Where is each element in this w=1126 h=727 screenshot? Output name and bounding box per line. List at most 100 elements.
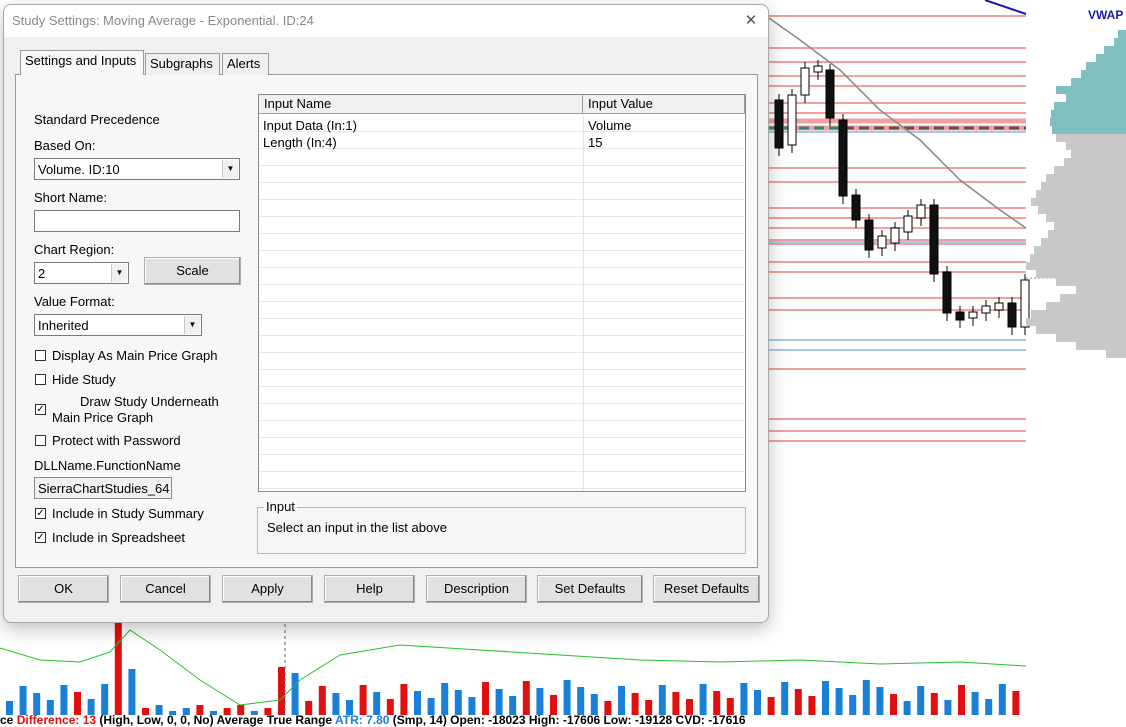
volume-bar	[482, 682, 489, 715]
grid-row-line	[259, 352, 745, 353]
include-in-spreadsheet-checkbox[interactable]: ✓	[35, 532, 46, 543]
volume-profile-bar	[1036, 326, 1126, 334]
table-row-input-name[interactable]: Length (In:4)	[263, 134, 337, 151]
candle-body	[838, 119, 848, 197]
volume-bar	[998, 684, 1006, 715]
grid-row-line	[259, 454, 745, 455]
chevron-down-icon[interactable]: ▼	[111, 264, 127, 282]
candle-body	[994, 302, 1004, 311]
value-format-select[interactable]: Inherited ▼	[34, 314, 202, 336]
dll-name-label: DLLName.FunctionName	[34, 458, 181, 473]
grid-row-line	[259, 437, 745, 438]
protect-with-password-label: Protect with Password	[52, 433, 181, 448]
grid-row-line	[259, 165, 745, 166]
tab-alerts[interactable]: Alerts	[222, 53, 269, 75]
candle-body	[864, 219, 874, 251]
volume-bar	[550, 695, 557, 715]
volume-bar	[291, 673, 299, 715]
candle-body	[787, 94, 797, 146]
volume-profile-bar	[1051, 110, 1126, 118]
scale-button[interactable]: Scale	[144, 257, 241, 285]
volume-profile-bar	[1034, 246, 1126, 254]
grid-row-line	[259, 199, 745, 200]
volume-bar	[618, 686, 625, 715]
candle-body	[877, 235, 887, 249]
volume-profile-bar	[1056, 134, 1126, 142]
candle-body	[774, 99, 784, 149]
grid-row-line	[259, 318, 745, 319]
volume-bar	[808, 696, 816, 715]
inputs-grid[interactable]: Input Name Input Value Input Data (In:1)…	[258, 94, 746, 492]
chevron-down-icon[interactable]: ▼	[184, 316, 200, 334]
candle-body	[890, 227, 900, 244]
volume-bar	[985, 699, 993, 715]
grid-row-line	[259, 301, 745, 302]
set-defaults-button[interactable]: Set Defaults	[537, 575, 643, 603]
chart-region-label: Chart Region:	[34, 242, 115, 257]
status-part-mid: (High, Low, 0, 0, No) Average True Range	[96, 713, 335, 727]
volume-bar	[781, 682, 789, 715]
volume-bar	[794, 689, 802, 715]
volume-profile-bar	[1066, 142, 1126, 150]
draw-study-underneath-checkbox[interactable]: ✓	[35, 404, 46, 415]
apply-button[interactable]: Apply	[222, 575, 313, 603]
vwap-label: VWAP	[1088, 8, 1124, 22]
include-in-study-summary-checkbox[interactable]: ✓	[35, 508, 46, 519]
column-header-input-value[interactable]: Input Value	[583, 95, 745, 113]
description-button[interactable]: Description	[426, 575, 527, 603]
volume-profile-bar	[1071, 150, 1126, 158]
grid-row-line	[259, 369, 745, 370]
grid-row-line	[259, 471, 745, 472]
grid-row-line	[259, 250, 745, 251]
based-on-select[interactable]: Volume. ID:10 ▼	[34, 158, 240, 180]
volume-profile-bar	[1056, 278, 1126, 286]
volume-bar	[60, 685, 68, 715]
reset-defaults-button[interactable]: Reset Defaults	[653, 575, 760, 603]
hide-study-checkbox[interactable]	[35, 374, 46, 385]
short-name-input[interactable]	[34, 210, 240, 232]
value-format-value: Inherited	[38, 318, 89, 333]
grid-row-line	[259, 386, 745, 387]
chart-region-select[interactable]: 2 ▼	[34, 262, 129, 284]
table-row-input-value[interactable]: Volume	[588, 117, 631, 134]
grid-row-line	[259, 284, 745, 285]
volume-bar	[400, 684, 408, 715]
close-icon[interactable]: ✕	[740, 10, 762, 32]
volume-bar	[563, 680, 571, 715]
volume-bar	[958, 685, 965, 715]
volume-profile-bar	[1066, 94, 1126, 102]
volume-profile-bar	[1056, 86, 1126, 94]
help-button[interactable]: Help	[324, 575, 415, 603]
candle-body	[968, 311, 978, 319]
volume-bar	[318, 686, 326, 715]
candle-body	[800, 67, 810, 96]
table-row-input-name[interactable]: Input Data (In:1)	[263, 117, 357, 134]
volume-profile-bar	[1046, 214, 1126, 222]
volume-profile-bar	[1054, 222, 1126, 230]
input-description-group: Input Select an input in the list above	[257, 499, 746, 554]
volume-bar	[590, 694, 598, 715]
volume-bar	[862, 680, 870, 715]
display-as-main-price-graph-checkbox[interactable]	[35, 350, 46, 361]
dll-name-field: SierraChartStudies_64	[34, 477, 172, 499]
column-header-input-name[interactable]: Input Name	[259, 95, 583, 113]
value-format-label: Value Format:	[34, 294, 115, 309]
tab-settings-and-inputs[interactable]: Settings and Inputs	[20, 50, 144, 75]
volume-bar	[876, 687, 884, 715]
grid-row-line	[259, 420, 745, 421]
dialog-titlebar[interactable]: Study Settings: Moving Average - Exponen…	[4, 5, 768, 37]
chevron-down-icon[interactable]: ▼	[222, 160, 238, 178]
volume-profile-bar	[1104, 46, 1126, 54]
volume-profile-bar	[1038, 206, 1126, 214]
table-row-input-value[interactable]: 15	[588, 134, 602, 151]
tab-subgraphs[interactable]: Subgraphs	[145, 53, 220, 75]
candle-body	[955, 311, 965, 321]
ok-button[interactable]: OK	[18, 575, 109, 603]
volume-bar	[74, 692, 81, 715]
volume-bar	[33, 693, 41, 715]
volume-profile-bar	[1106, 350, 1126, 358]
grid-column-line	[583, 114, 584, 491]
protect-with-password-checkbox[interactable]	[35, 435, 46, 446]
cancel-button[interactable]: Cancel	[120, 575, 211, 603]
input-description-text: Select an input in the list above	[267, 520, 447, 535]
